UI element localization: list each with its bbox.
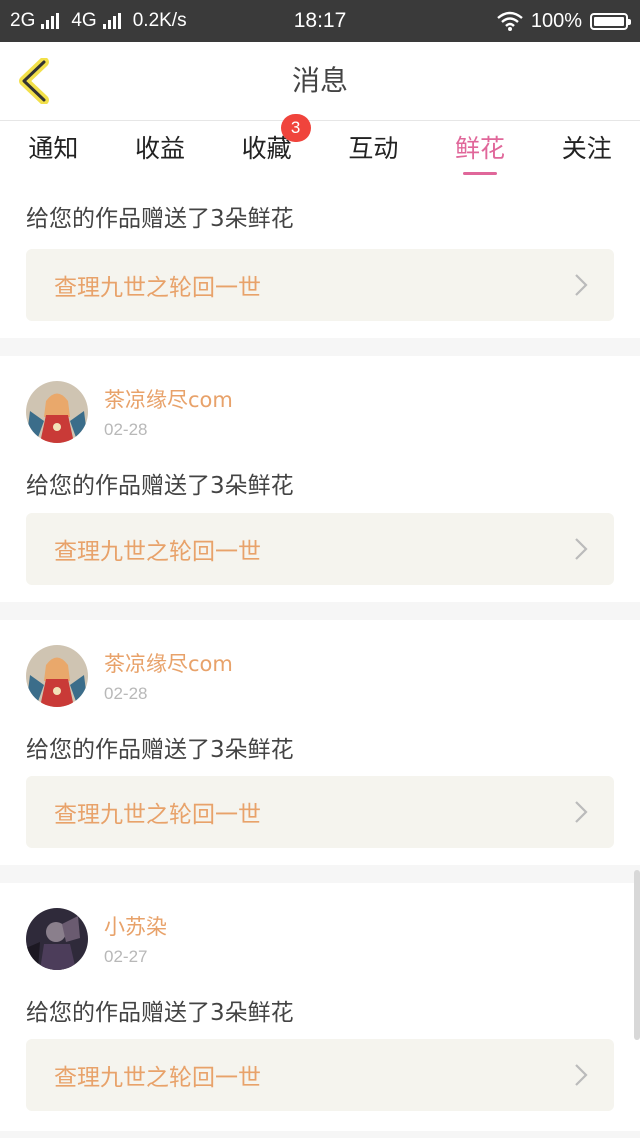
divider: [0, 338, 640, 356]
work-link[interactable]: 查理九世之轮回一世: [26, 1039, 614, 1111]
sender-name[interactable]: 小苏染: [104, 911, 167, 941]
list-item: 茶凉缘尽com 02-28 给您的作品赠送了3朵鲜花 查理九世之轮回一世: [0, 356, 640, 602]
avatar[interactable]: [26, 645, 88, 707]
sender[interactable]: 小苏染 02-27: [26, 908, 167, 970]
tab-label: 关注: [561, 134, 612, 163]
work-link[interactable]: 查理九世之轮回一世: [26, 513, 614, 585]
chevron-right-icon: [575, 274, 588, 296]
tab-favorites[interactable]: 收藏 3: [213, 114, 320, 181]
chevron-right-icon: [575, 538, 588, 560]
work-title: 查理九世之轮回一世: [54, 1065, 261, 1091]
tab-label: 鲜花: [455, 134, 506, 163]
message-feed[interactable]: 给您的作品赠送了3朵鲜花 查理九世之轮回一世 茶凉缘尽com 02-28 给您的…: [0, 181, 640, 1138]
battery-icon: [590, 12, 631, 30]
work-link[interactable]: 查理九世之轮回一世: [26, 776, 614, 848]
work-title: 查理九世之轮回一世: [54, 275, 261, 301]
message-date: 02-28: [104, 420, 148, 439]
message-text: 给您的作品赠送了3朵鲜花: [26, 1000, 294, 1026]
tab-label: 通知: [28, 134, 79, 163]
divider: [0, 602, 640, 620]
sender-name[interactable]: 茶凉缘尽com: [104, 648, 233, 678]
message-date: 02-27: [104, 947, 148, 966]
status-bar: 2G 4G 0.2K/s 18:17 100%: [0, 0, 640, 42]
chevron-right-icon: [575, 801, 588, 823]
chevron-right-icon: [575, 1064, 588, 1086]
work-title: 查理九世之轮回一世: [54, 802, 261, 828]
sender-name[interactable]: 茶凉缘尽com: [104, 384, 233, 414]
page-title: 消息: [291, 64, 348, 97]
wifi-icon: [497, 11, 523, 31]
divider: [0, 1131, 640, 1138]
scrollbar[interactable]: [634, 870, 640, 1040]
message-text: 给您的作品赠送了3朵鲜花: [26, 473, 294, 499]
tab-notifications[interactable]: 通知: [0, 121, 107, 181]
tab-earnings[interactable]: 收益: [107, 121, 214, 181]
message-text: 给您的作品赠送了3朵鲜花: [26, 737, 294, 763]
header-bar: 消息: [0, 42, 640, 121]
sender[interactable]: 茶凉缘尽com 02-28: [26, 645, 233, 707]
avatar[interactable]: [26, 908, 88, 970]
divider: [0, 865, 640, 883]
list-item: 给您的作品赠送了3朵鲜花 查理九世之轮回一世: [0, 181, 640, 338]
tab-following[interactable]: 关注: [533, 121, 640, 181]
unread-badge: 3: [280, 114, 311, 142]
sender[interactable]: 茶凉缘尽com 02-28: [26, 381, 233, 443]
list-item: 小苏染 02-27 给您的作品赠送了3朵鲜花 查理九世之轮回一世: [0, 883, 640, 1138]
tab-interactions[interactable]: 互动: [320, 121, 427, 181]
tab-bar: 通知 收益 收藏 3 互动 鲜花 关注: [0, 114, 640, 181]
work-link[interactable]: 查理九世之轮回一世: [26, 249, 614, 321]
message-text: 给您的作品赠送了3朵鲜花: [26, 206, 294, 232]
message-date: 02-28: [104, 684, 148, 703]
work-title: 查理九世之轮回一世: [54, 539, 261, 565]
tab-flowers[interactable]: 鲜花: [427, 121, 534, 181]
tab-label: 收益: [135, 134, 186, 163]
avatar[interactable]: [26, 381, 88, 443]
tab-label: 互动: [348, 134, 399, 163]
tab-label: 收藏: [241, 134, 292, 163]
status-right: 100%: [497, 0, 631, 42]
list-item: 茶凉缘尽com 02-28 给您的作品赠送了3朵鲜花 查理九世之轮回一世: [0, 620, 640, 865]
battery-percent: 100%: [530, 9, 582, 32]
